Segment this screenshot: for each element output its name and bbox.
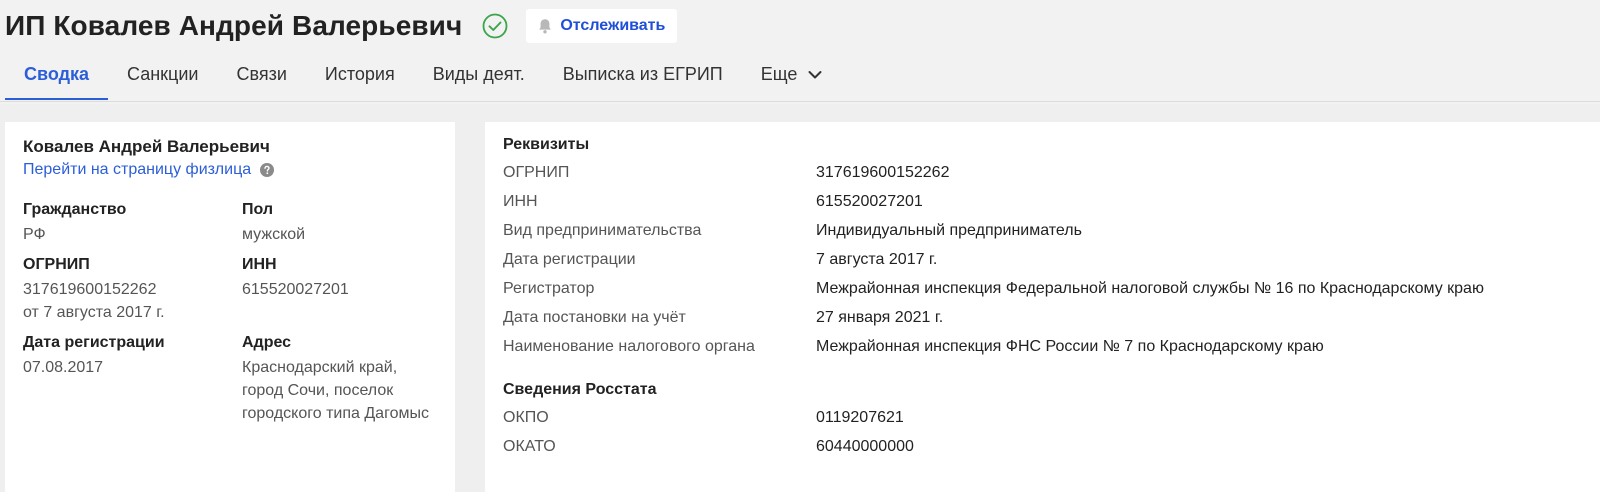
field-label: Дата регистрации bbox=[23, 334, 165, 351]
address-field: Адрес Краснодарский край, город Сочи, по… bbox=[242, 334, 432, 425]
title-row: ИП Ковалев Андрей Валерьевич Отслеживать bbox=[5, 6, 678, 46]
requisite-label: ОГРНИП bbox=[503, 163, 570, 181]
summary-card: Ковалев Андрей Валерьевич Перейти на стр… bbox=[5, 122, 455, 492]
requisite-value: Межрайонная инспекция ФНС России № 7 по … bbox=[816, 337, 1324, 355]
field-label: ИНН bbox=[242, 256, 277, 273]
field-value: мужской bbox=[242, 226, 306, 243]
person-page-link[interactable]: Перейти на страницу физлица bbox=[23, 161, 437, 179]
tab-summary[interactable]: Сводка bbox=[5, 58, 109, 100]
tab-label: История bbox=[324, 64, 395, 84]
requisite-row: Дата постановки на учёт 27 января 2021 г… bbox=[503, 303, 1582, 332]
tab-label: Связи bbox=[236, 64, 287, 84]
field-value: 615520027201 bbox=[242, 281, 349, 298]
requisite-label: Регистратор bbox=[503, 279, 595, 297]
field-label: ОГРНИП bbox=[23, 256, 90, 273]
requisite-label: Дата регистрации bbox=[503, 250, 636, 268]
verified-check-icon bbox=[482, 13, 508, 39]
rosstat-row: ОКПО 0119207621 bbox=[503, 403, 1582, 432]
rosstat-title: Сведения Росстата bbox=[503, 381, 657, 398]
rosstat-label: ОКПО bbox=[503, 408, 549, 426]
ogrnip-field: ОГРНИП 317619600152262 от 7 августа 2017… bbox=[23, 256, 242, 324]
requisite-row: ОГРНИП 317619600152262 bbox=[503, 158, 1582, 187]
field-label: Гражданство bbox=[23, 201, 127, 218]
tab-label: Санкции bbox=[127, 64, 199, 84]
requisite-row: Регистратор Межрайонная инспекция Федера… bbox=[503, 274, 1582, 303]
follow-button[interactable]: Отслеживать bbox=[526, 9, 678, 43]
bell-icon bbox=[536, 17, 554, 35]
field-value: РФ bbox=[23, 226, 46, 243]
field-value: Краснодарский край, город Сочи, поселок … bbox=[242, 359, 429, 422]
requisite-value: Индивидуальный предприниматель bbox=[816, 221, 1082, 239]
requisite-label: Дата постановки на учёт bbox=[503, 308, 686, 326]
field-value: 317619600152262 от 7 августа 2017 г. bbox=[23, 278, 242, 324]
tab-history[interactable]: История bbox=[306, 58, 414, 96]
ogrnip-date: от 7 августа 2017 г. bbox=[23, 304, 165, 321]
tab-label: Еще bbox=[760, 64, 798, 84]
citizenship-field: Гражданство РФ bbox=[23, 201, 242, 246]
tab-label: Виды деят. bbox=[432, 64, 525, 84]
requisite-row: Наименование налогового органа Межрайонн… bbox=[503, 332, 1582, 361]
requisite-value: 27 января 2021 г. bbox=[816, 308, 944, 326]
field-label: Адрес bbox=[242, 334, 292, 351]
field-value: 07.08.2017 bbox=[23, 359, 104, 376]
requisite-row: Вид предпринимательства Индивидуальный п… bbox=[503, 216, 1582, 245]
gender-field: Пол мужской bbox=[242, 201, 432, 246]
requisite-label: Наименование налогового органа bbox=[503, 337, 755, 355]
chevron-down-icon bbox=[807, 67, 823, 83]
summary-fields: Гражданство РФ Пол мужской ОГРНИП 317619… bbox=[23, 201, 437, 425]
tab-activity-types[interactable]: Виды деят. bbox=[414, 58, 544, 96]
tab-label: Сводка bbox=[24, 64, 90, 84]
person-name: Ковалев Андрей Валерьевич bbox=[23, 137, 270, 156]
person-page-link-label: Перейти на страницу физлица bbox=[23, 161, 252, 178]
requisite-row: ИНН 615520027201 bbox=[503, 187, 1582, 216]
page-title: ИП Ковалев Андрей Валерьевич bbox=[5, 10, 463, 41]
tab-sanctions[interactable]: Санкции bbox=[108, 58, 217, 96]
rosstat-value: 60440000000 bbox=[816, 437, 914, 455]
requisite-value: 615520027201 bbox=[816, 192, 923, 210]
header-divider bbox=[0, 101, 1600, 102]
requisite-value: 7 августа 2017 г. bbox=[816, 250, 938, 268]
tab-label: Выписка из ЕГРИП bbox=[562, 64, 723, 84]
registration-date-field: Дата регистрации 07.08.2017 bbox=[23, 334, 242, 425]
rosstat-label: ОКАТО bbox=[503, 437, 556, 455]
help-icon[interactable] bbox=[260, 163, 275, 177]
rosstat-list: ОКПО 0119207621 ОКАТО 60440000000 bbox=[503, 403, 1582, 461]
tab-more[interactable]: Еще bbox=[742, 58, 843, 96]
ogrnip-value: 317619600152262 bbox=[23, 281, 157, 298]
requisite-value: Межрайонная инспекция Федеральной налого… bbox=[816, 279, 1484, 297]
tab-egrip-extract[interactable]: Выписка из ЕГРИП bbox=[544, 58, 742, 96]
requisite-label: Вид предпринимательства bbox=[503, 221, 702, 239]
rosstat-row: ОКАТО 60440000000 bbox=[503, 432, 1582, 461]
requisites-card: Реквизиты ОГРНИП 317619600152262 ИНН 615… bbox=[485, 122, 1600, 492]
requisite-value: 317619600152262 bbox=[816, 163, 950, 181]
page-header: ИП Ковалев Андрей Валерьевич Отслеживать… bbox=[0, 0, 1600, 104]
requisites-title: Реквизиты bbox=[503, 136, 590, 153]
follow-button-label: Отслеживать bbox=[560, 17, 666, 34]
field-label: Пол bbox=[242, 201, 274, 218]
rosstat-value: 0119207621 bbox=[816, 408, 904, 426]
requisite-label: ИНН bbox=[503, 192, 538, 210]
requisite-row: Дата регистрации 7 августа 2017 г. bbox=[503, 245, 1582, 274]
inn-field: ИНН 615520027201 bbox=[242, 256, 432, 324]
tab-connections[interactable]: Связи bbox=[217, 58, 305, 96]
requisites-list: ОГРНИП 317619600152262 ИНН 615520027201 … bbox=[503, 158, 1582, 361]
tab-bar: Сводка Санкции Связи История Виды деят. … bbox=[5, 58, 842, 102]
